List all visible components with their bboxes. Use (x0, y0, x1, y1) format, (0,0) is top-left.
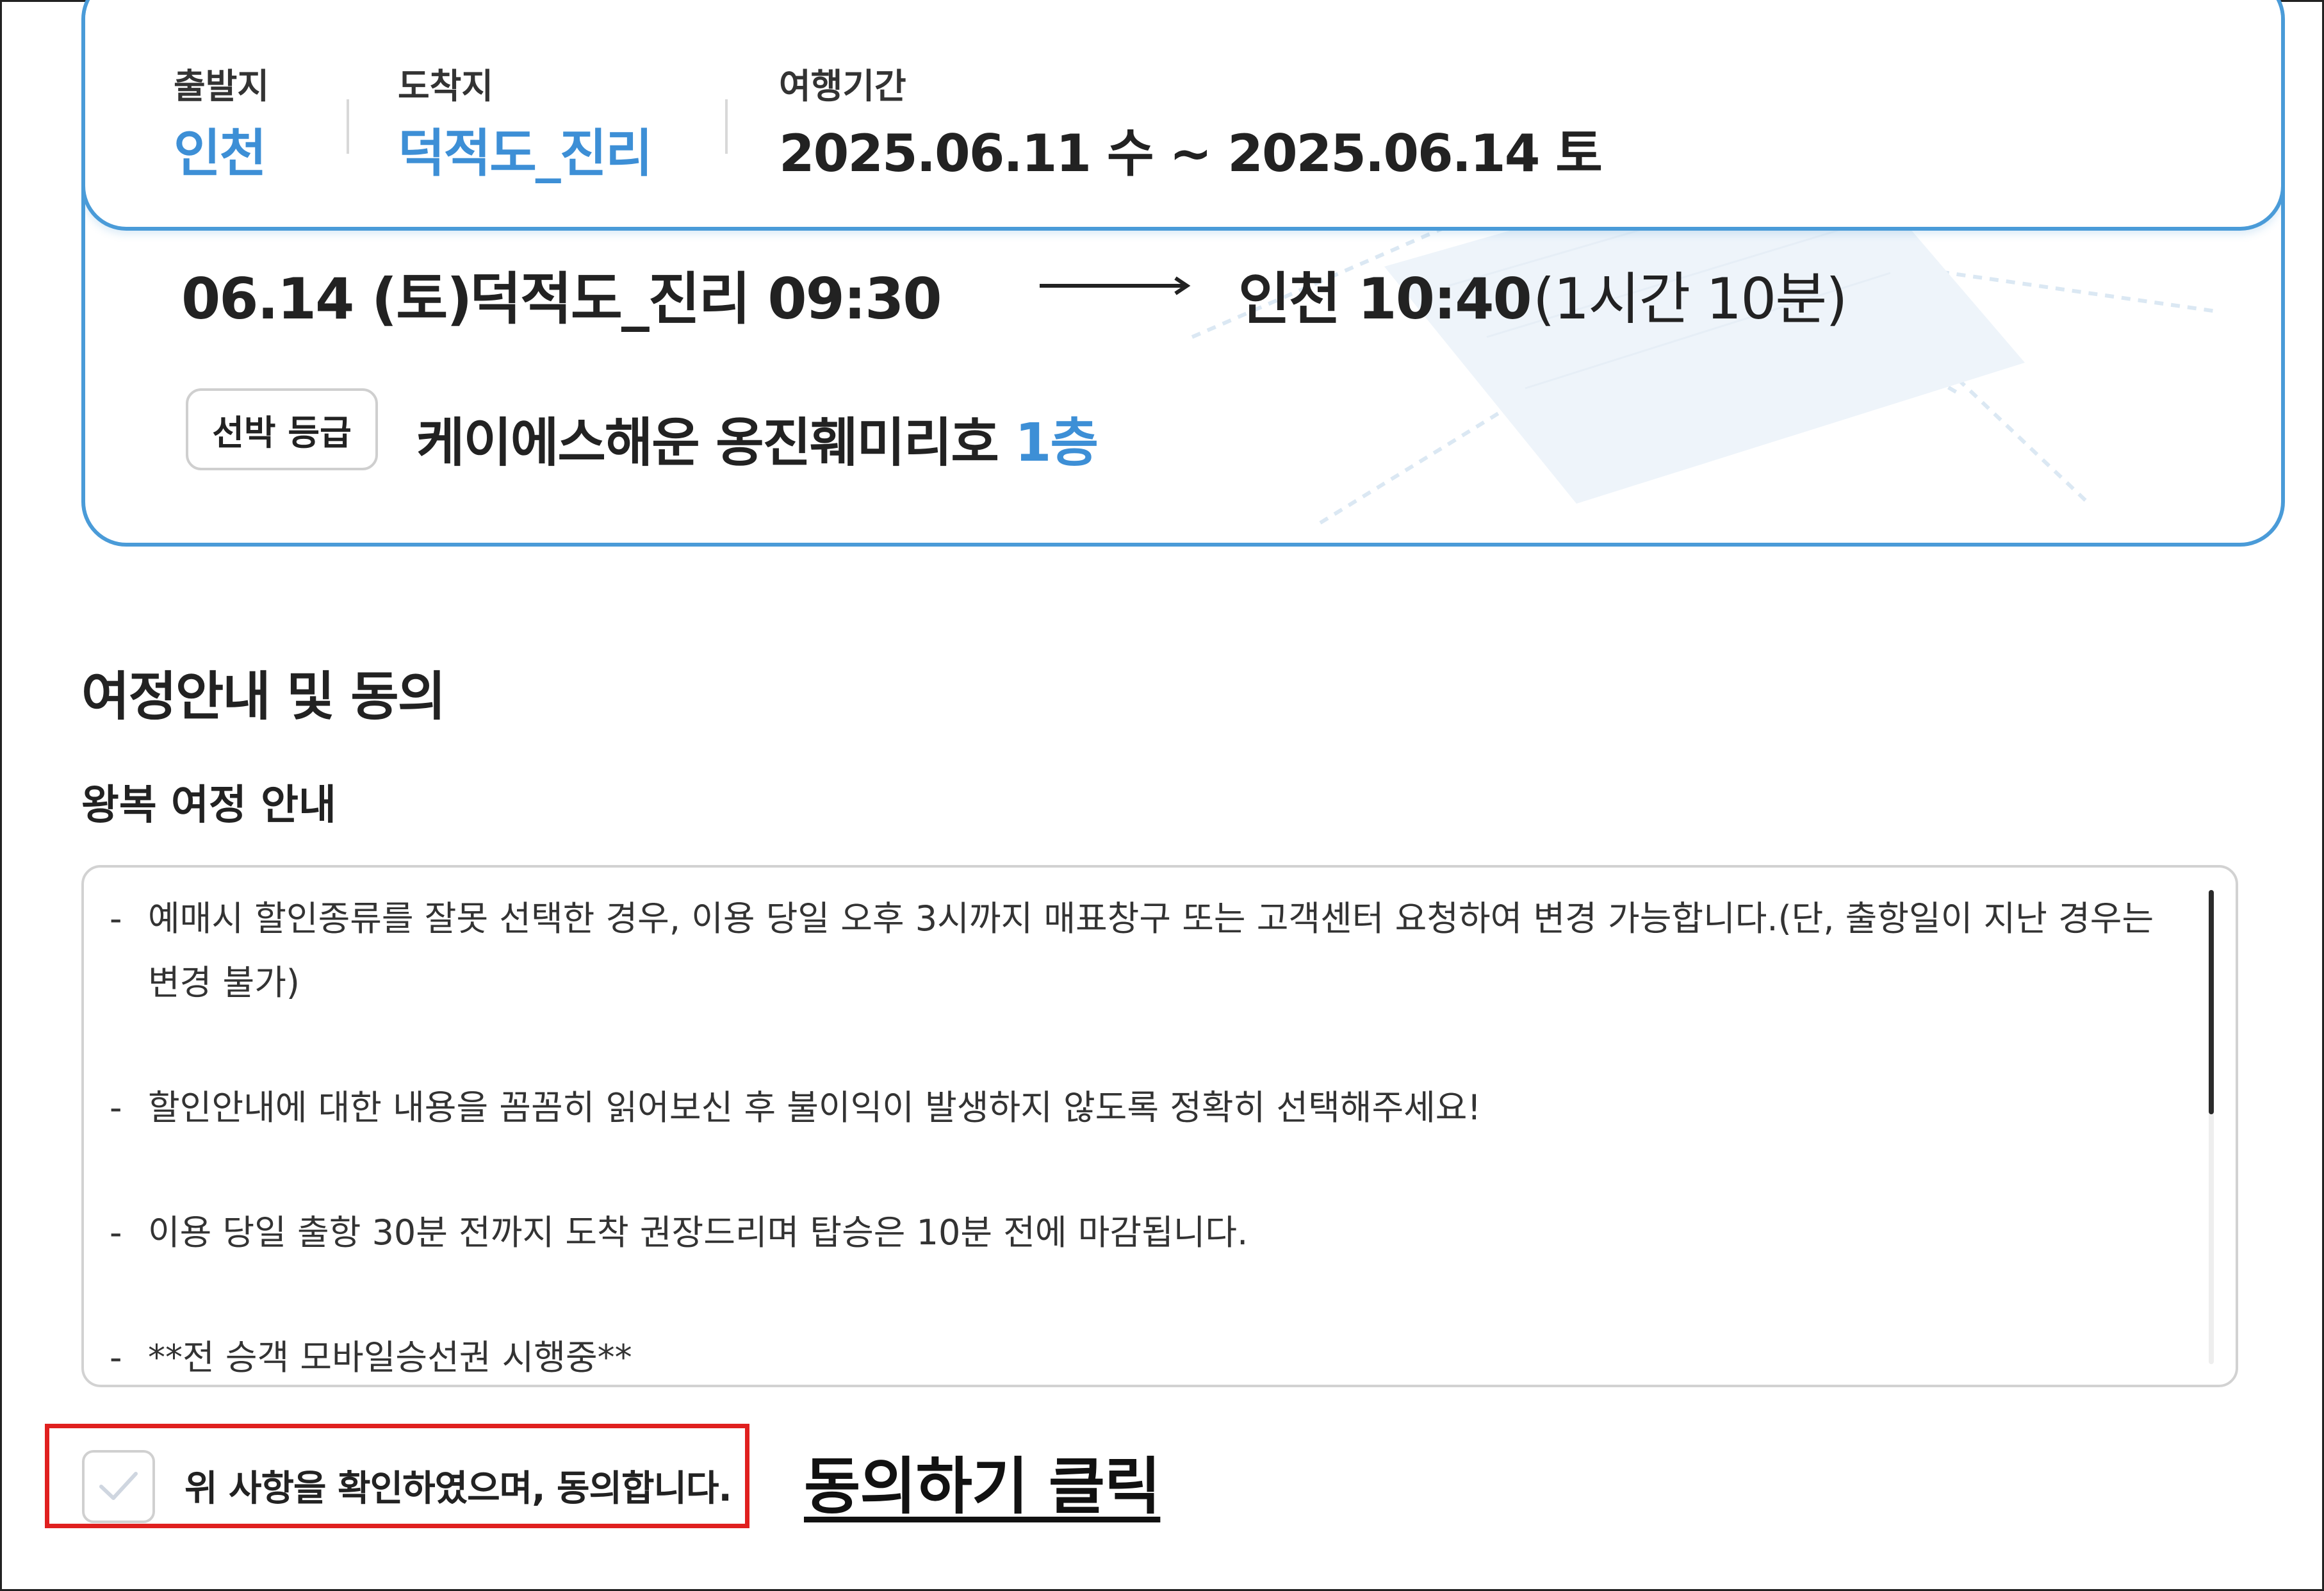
ship-grade-badge: 선박 등급 (186, 388, 378, 470)
schedule-departure: 덕적도_진리 09:30 (470, 266, 942, 332)
arrival-label: 도착지 (398, 66, 494, 106)
check-icon (99, 1472, 138, 1500)
ship-name: 케이에스해운 옹진훼미리호 1층 (416, 400, 1099, 476)
ship-floor: 1층 (1015, 413, 1098, 474)
travel-period-value: 2025.06.11 수 ~ 2025.06.14 토 (779, 124, 1603, 183)
section-title: 여정안내 및 동의 (81, 666, 446, 727)
notice-item: - 할인안내에 대한 내용을 꼼꼼히 읽어보신 후 불이익이 발생하지 않도록 … (110, 1076, 2191, 1140)
agree-checkbox[interactable] (82, 1450, 155, 1523)
divider (347, 99, 349, 154)
schedule-date: 06.14 (토) (181, 266, 472, 332)
travel-period-label: 여행기간 (779, 66, 906, 106)
sub-title: 왕복 여정 안내 (81, 782, 336, 829)
notice-scroll-box[interactable]: - 예매시 할인종류를 잘못 선택한 경우, 이용 당일 오후 3시까지 매표창… (81, 865, 2238, 1387)
scrollbar-thumb[interactable] (2209, 890, 2214, 1114)
notice-item: - 이용 당일 출항 30분 전까지 도착 권장드리며 탑승은 10분 전에 마… (110, 1201, 2191, 1265)
trip-card: 출발지 인천 도착지 덕적도_진리 여행기간 2025.06.11 수 ~ 20… (81, 0, 2285, 547)
agree-label[interactable]: 위 사항을 확인하였으며, 동의합니다. (184, 1460, 732, 1512)
ship-name-text: 케이에스해운 옹진훼미리호 (416, 413, 999, 474)
notice-text: **전 승객 모바일승선권 시행중** (148, 1337, 632, 1378)
departure-value: 인천 (174, 124, 266, 183)
trip-summary-header: 출발지 인천 도착지 덕적도_진리 여행기간 2025.06.11 수 ~ 20… (85, 0, 2281, 231)
schedule-arrival: 인천 10:40 (1238, 266, 1532, 332)
arrival-value: 덕적도_진리 (398, 124, 653, 183)
notice-text: 이용 당일 출항 30분 전까지 도착 권장드리며 탑승은 10분 전에 마감됩… (148, 1212, 1248, 1253)
divider (725, 99, 728, 154)
arrow-right-icon (1040, 276, 1191, 295)
instruction-annotation: 동의하기 클릭 (804, 1451, 1161, 1522)
notice-item: - **전 승객 모바일승선권 시행중** (110, 1326, 2191, 1385)
departure-label: 출발지 (174, 66, 270, 106)
bullet-dash: - (110, 898, 122, 939)
notice-list: - 예매시 할인종류를 잘못 선택한 경우, 이용 당일 오후 3시까지 매표창… (110, 887, 2191, 1385)
bullet-dash: - (110, 1337, 122, 1378)
schedule-duration: (1시간 10분) (1533, 266, 1847, 332)
bullet-dash: - (110, 1212, 122, 1253)
notice-text: 할인안내에 대한 내용을 꼼꼼히 읽어보신 후 불이익이 발생하지 않도록 정확… (148, 1087, 1482, 1128)
bullet-dash: - (110, 1087, 122, 1128)
notice-item: - 예매시 할인종류를 잘못 선택한 경우, 이용 당일 오후 3시까지 매표창… (110, 887, 2191, 1015)
notice-text: 예매시 할인종류를 잘못 선택한 경우, 이용 당일 오후 3시까지 매표창구 … (148, 898, 2154, 1003)
